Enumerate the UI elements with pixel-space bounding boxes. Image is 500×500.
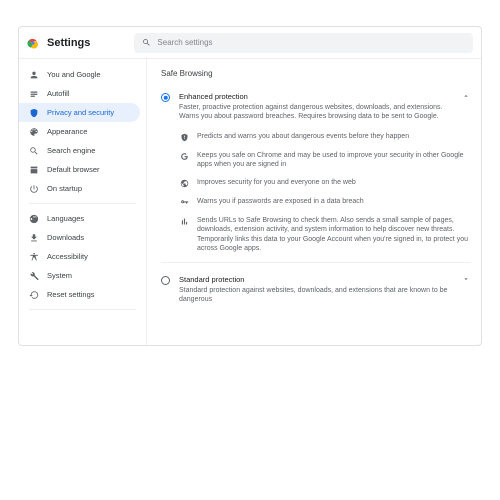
shield-icon [29, 108, 39, 118]
sidebar-item-system[interactable]: System [19, 266, 140, 285]
search-input[interactable] [157, 38, 465, 47]
feature-item: Warns you if passwords are exposed in a … [179, 197, 471, 208]
top-bar: Settings [19, 27, 481, 59]
browser-icon [29, 165, 39, 175]
sidebar-item-label: Default browser [47, 165, 100, 174]
feature-text: Predicts and warns you about dangerous e… [197, 132, 409, 141]
sidebar-item-default-browser[interactable]: Default browser [19, 160, 140, 179]
option-enhanced-protection[interactable]: Enhanced protection Faster, proactive pr… [161, 88, 471, 126]
radio-unselected-icon[interactable] [161, 276, 170, 285]
feature-item: Predicts and warns you about dangerous e… [179, 132, 471, 143]
divider [29, 309, 136, 310]
search-engine-icon [29, 146, 39, 156]
accessibility-icon [29, 252, 39, 262]
divider [161, 262, 471, 263]
sidebar-item-label: Privacy and security [47, 108, 114, 117]
sidebar: You and Google Autofill Privacy and secu… [19, 59, 147, 345]
sidebar-item-label: You and Google [47, 70, 101, 79]
option-standard-protection[interactable]: Standard protection Standard protection … [161, 271, 471, 309]
option-title: Standard protection [179, 275, 449, 284]
shield-alert-icon [179, 133, 189, 143]
feature-item: Sends URLs to Safe Browsing to check the… [179, 216, 471, 254]
sidebar-item-languages[interactable]: Languages [19, 209, 140, 228]
sidebar-item-appearance[interactable]: Appearance [19, 122, 140, 141]
collapse-button[interactable] [461, 92, 471, 100]
sidebar-item-label: Accessibility [47, 252, 88, 261]
google-g-icon [179, 152, 189, 162]
key-icon [179, 198, 189, 208]
sidebar-item-label: On startup [47, 184, 82, 193]
person-icon [29, 70, 39, 80]
option-description: Faster, proactive protection against dan… [179, 103, 449, 122]
feature-text: Keeps you safe on Chrome and may be used… [197, 151, 471, 170]
autofill-icon [29, 89, 39, 99]
feature-text: Sends URLs to Safe Browsing to check the… [197, 216, 471, 254]
main-content: Safe Browsing Enhanced protection Faster… [147, 59, 481, 345]
sidebar-item-label: Languages [47, 214, 84, 223]
search-field[interactable] [134, 33, 473, 53]
sidebar-item-reset[interactable]: Reset settings [19, 285, 140, 304]
appearance-icon [29, 127, 39, 137]
restore-icon [29, 290, 39, 300]
page-title: Settings [47, 37, 90, 49]
settings-window: Settings You and Google Autofill Privacy… [18, 26, 482, 346]
option-description: Standard protection against websites, do… [179, 286, 449, 305]
feature-list: Predicts and warns you about dangerous e… [179, 132, 471, 254]
feature-text: Warns you if passwords are exposed in a … [197, 197, 364, 206]
download-icon [29, 233, 39, 243]
radio-selected-icon[interactable] [161, 93, 170, 102]
sidebar-item-privacy-security[interactable]: Privacy and security [19, 103, 140, 122]
sidebar-item-label: Search engine [47, 146, 95, 155]
expand-button[interactable] [461, 275, 471, 283]
chevron-up-icon [462, 92, 470, 100]
divider [29, 203, 136, 204]
sidebar-item-on-startup[interactable]: On startup [19, 179, 140, 198]
sidebar-item-you-and-google[interactable]: You and Google [19, 65, 140, 84]
wrench-icon [29, 271, 39, 281]
sidebar-item-label: Reset settings [47, 290, 95, 299]
sidebar-item-label: Downloads [47, 233, 84, 242]
sidebar-item-downloads[interactable]: Downloads [19, 228, 140, 247]
feature-item: Keeps you safe on Chrome and may be used… [179, 151, 471, 170]
search-icon [142, 34, 151, 52]
chrome-logo-icon [27, 37, 39, 49]
data-send-icon [179, 217, 189, 227]
chevron-down-icon [462, 275, 470, 283]
public-icon [179, 179, 189, 189]
feature-text: Improves security for you and everyone o… [197, 178, 356, 187]
power-icon [29, 184, 39, 194]
sidebar-item-label: Appearance [47, 127, 87, 136]
sidebar-item-label: System [47, 271, 72, 280]
option-title: Enhanced protection [179, 92, 449, 101]
sidebar-item-autofill[interactable]: Autofill [19, 84, 140, 103]
feature-item: Improves security for you and everyone o… [179, 178, 471, 189]
sidebar-item-label: Autofill [47, 89, 70, 98]
globe-icon [29, 214, 39, 224]
section-title: Safe Browsing [161, 69, 471, 78]
sidebar-item-accessibility[interactable]: Accessibility [19, 247, 140, 266]
sidebar-item-search-engine[interactable]: Search engine [19, 141, 140, 160]
